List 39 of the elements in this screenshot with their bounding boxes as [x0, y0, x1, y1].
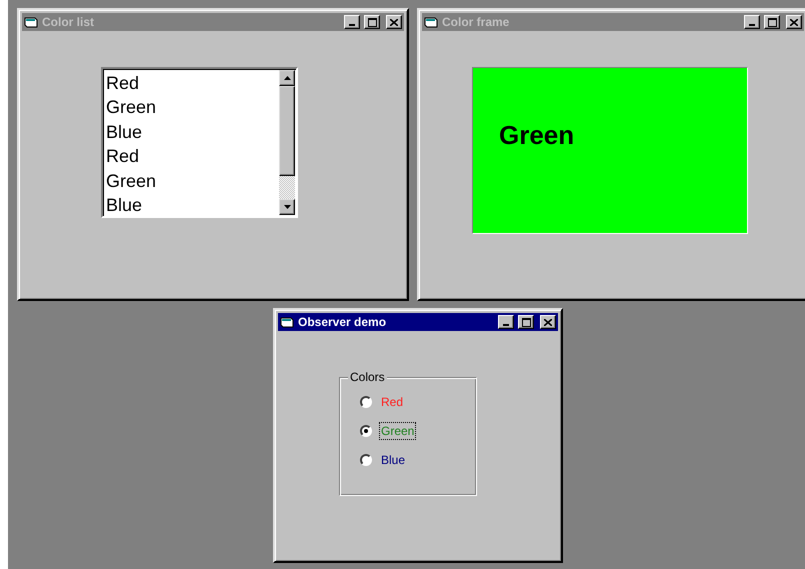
up-arrow-icon [284, 76, 290, 80]
maximize-icon [368, 18, 376, 26]
window-title: Color frame [442, 15, 510, 29]
group-label: Colors [348, 370, 387, 384]
list-item[interactable]: Red [106, 71, 279, 96]
window-title: Color list [42, 15, 96, 29]
radio-button[interactable] [360, 454, 372, 466]
window-title: Observer demo [298, 315, 388, 329]
color-listbox[interactable]: Red Green Blue Red Green Blue [101, 67, 298, 218]
scroll-down-button[interactable] [279, 199, 295, 215]
minimize-button[interactable] [344, 15, 360, 29]
close-button[interactable] [540, 315, 556, 329]
minimize-button[interactable] [498, 315, 514, 329]
window-icon [424, 16, 438, 28]
scroll-up-button[interactable] [279, 70, 295, 86]
list-item[interactable]: Red [106, 144, 279, 169]
close-icon [790, 18, 798, 26]
window-icon [24, 16, 38, 28]
maximize-button[interactable] [364, 15, 380, 29]
minimize-button[interactable] [744, 15, 760, 29]
down-arrow-icon [284, 205, 290, 209]
maximize-button[interactable] [764, 15, 780, 29]
radio-button[interactable] [360, 396, 372, 408]
close-icon [544, 318, 552, 326]
list-item[interactable]: Green [106, 168, 279, 194]
close-button[interactable] [786, 15, 802, 29]
list-item[interactable]: Green [106, 95, 279, 120]
radio-label[interactable]: Blue [379, 451, 408, 469]
color-name: Green [499, 120, 574, 150]
window-icon [280, 316, 294, 328]
maximize-icon [522, 318, 530, 326]
maximize-button[interactable] [518, 315, 534, 329]
maximize-icon [768, 18, 776, 26]
list-item[interactable]: Blue [106, 120, 279, 144]
list-item[interactable]: Blue [106, 193, 279, 218]
radio-button[interactable] [360, 425, 372, 437]
close-icon [390, 18, 398, 26]
close-button[interactable] [386, 15, 402, 29]
scroll-thumb[interactable] [279, 86, 295, 176]
